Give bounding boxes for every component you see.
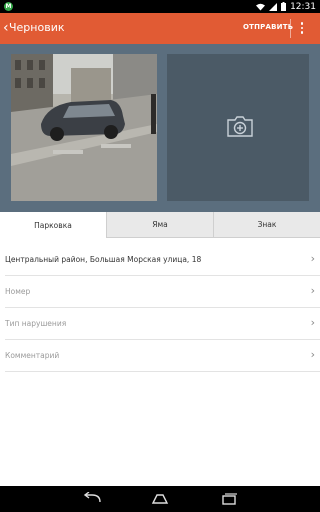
wifi-icon	[256, 3, 266, 10]
app-bar: ‹ Черновик ОТПРАВИТЬ	[0, 13, 320, 44]
street-photo-image	[11, 54, 157, 201]
report-form: Центральный район, Большая Морская улица…	[0, 238, 320, 486]
address-row[interactable]: Центральный район, Большая Морская улица…	[5, 244, 320, 276]
attached-photo[interactable]	[11, 54, 157, 201]
home-icon[interactable]	[150, 492, 170, 506]
tab-parking[interactable]: Парковка	[0, 212, 107, 238]
category-tabs: Парковка Яма Знак	[0, 212, 320, 238]
add-photo-slot[interactable]	[167, 54, 309, 201]
camera-add-icon	[227, 116, 253, 137]
violation-type-placeholder: Тип нарушения	[5, 319, 67, 328]
page-title[interactable]: Черновик	[9, 21, 65, 35]
chevron-right-icon: ›	[310, 348, 315, 361]
chevron-right-icon: ›	[310, 316, 315, 329]
chevron-right-icon: ›	[310, 284, 315, 297]
system-nav-bar	[0, 486, 320, 512]
number-row[interactable]: Номер ›	[5, 276, 320, 308]
action-divider	[290, 19, 291, 38]
clock: 12:31	[290, 1, 316, 12]
chevron-right-icon: ›	[310, 252, 315, 265]
back-chevron-icon[interactable]: ‹	[3, 20, 9, 36]
recents-icon[interactable]	[219, 492, 239, 506]
comment-row[interactable]: Комментарий ›	[5, 340, 320, 372]
battery-icon	[281, 2, 287, 11]
address-value: Центральный район, Большая Морская улица…	[5, 255, 202, 264]
comment-placeholder: Комментарий	[5, 351, 60, 360]
send-button[interactable]: ОТПРАВИТЬ	[243, 23, 293, 31]
violation-type-row[interactable]: Тип нарушения ›	[5, 308, 320, 340]
app-notification-icon: М	[4, 2, 13, 11]
number-placeholder: Номер	[5, 287, 31, 296]
overflow-menu-icon[interactable]	[298, 20, 306, 38]
status-icons: 12:31	[256, 0, 316, 13]
tab-pothole[interactable]: Яма	[107, 212, 214, 237]
status-bar: М 12:31	[0, 0, 320, 13]
signal-icon	[269, 2, 278, 11]
photo-area	[0, 44, 320, 212]
tab-sign[interactable]: Знак	[214, 212, 320, 237]
back-icon[interactable]	[82, 492, 102, 506]
